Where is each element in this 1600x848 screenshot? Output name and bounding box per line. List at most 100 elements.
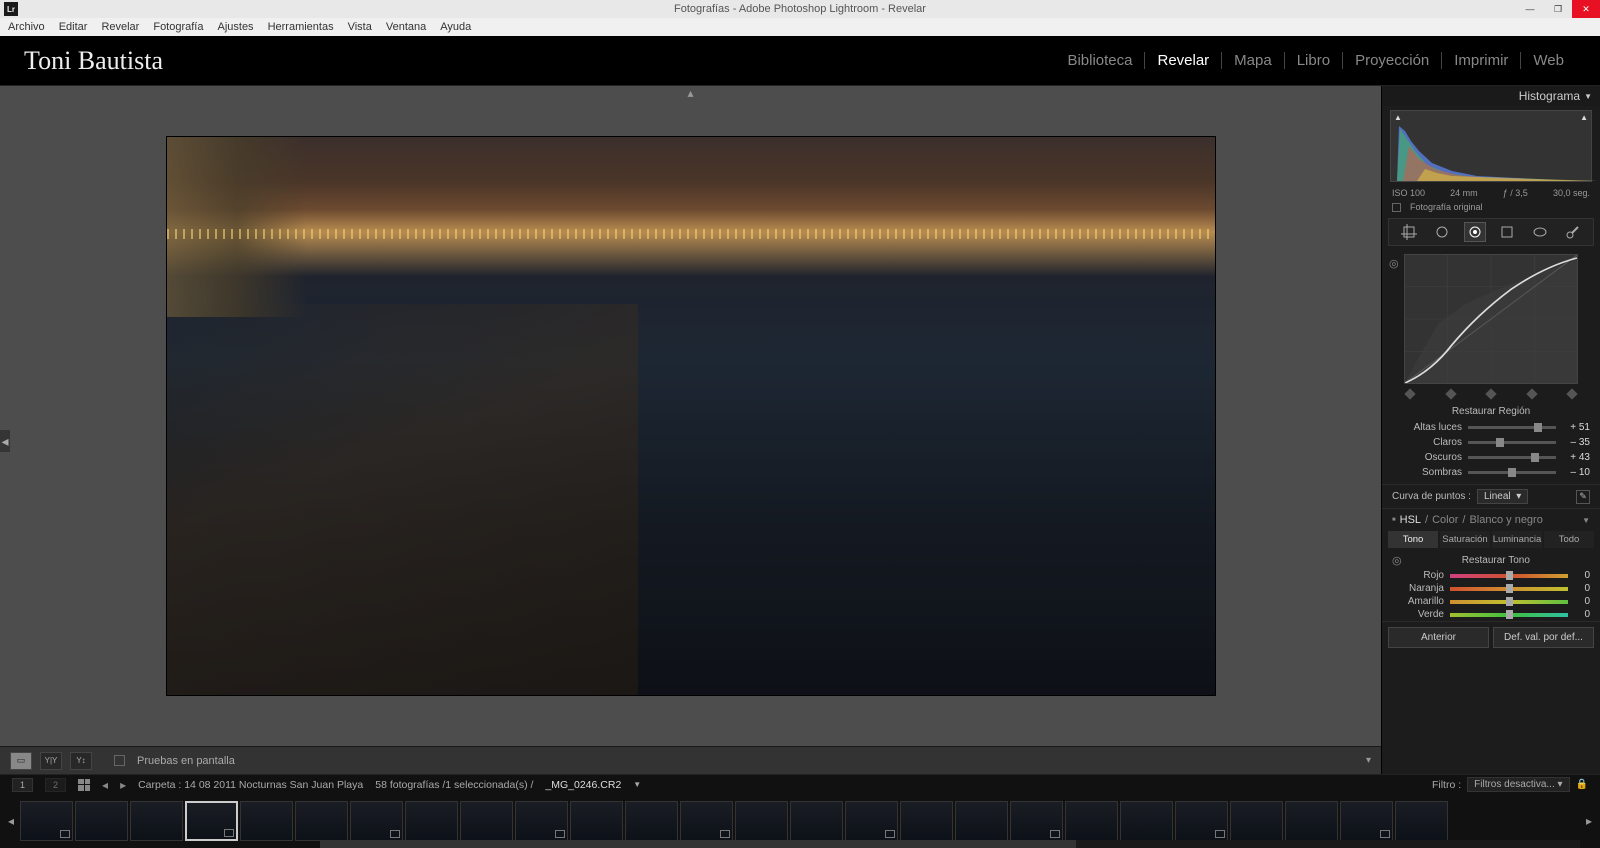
- redeye-tool[interactable]: [1464, 222, 1486, 242]
- point-curve-select[interactable]: Lineal ▾: [1477, 489, 1528, 504]
- tone-slider-oscuros[interactable]: Oscuros+ 43: [1382, 450, 1600, 465]
- window-tab-1[interactable]: 1: [12, 778, 33, 792]
- tone-slider-sombras[interactable]: Sombras– 10: [1382, 465, 1600, 480]
- thumbnail[interactable]: [680, 801, 733, 841]
- module-web[interactable]: Web: [1521, 52, 1576, 69]
- thumbnail[interactable]: [1230, 801, 1283, 841]
- restore-region-label[interactable]: Restaurar Región: [1382, 400, 1600, 420]
- filter-label: Filtro :: [1432, 779, 1461, 791]
- thumbnail[interactable]: [1120, 801, 1173, 841]
- window-tab-2[interactable]: 2: [45, 778, 66, 792]
- module-proyección[interactable]: Proyección: [1343, 52, 1442, 69]
- target-adjust-icon[interactable]: ◎: [1389, 257, 1399, 270]
- brush-tool[interactable]: [1562, 222, 1584, 242]
- prev-photo-icon[interactable]: ◂: [102, 778, 108, 792]
- hsl-panel-header[interactable]: ■ HSL /Color /Blanco y negro ▼: [1382, 508, 1600, 529]
- menu-editar[interactable]: Editar: [59, 21, 88, 33]
- gradient-tool[interactable]: [1496, 222, 1518, 242]
- hsl-tab-saturación[interactable]: Saturación: [1440, 531, 1490, 548]
- thumbnail[interactable]: [570, 801, 623, 841]
- filter-lock-icon[interactable]: 🔒: [1576, 779, 1588, 790]
- thumbnail[interactable]: [1285, 801, 1338, 841]
- restore-tone-label[interactable]: Restaurar Tono: [1402, 555, 1590, 566]
- next-photo-icon[interactable]: ▸: [120, 778, 126, 792]
- menu-vista[interactable]: Vista: [348, 21, 372, 33]
- spot-tool[interactable]: [1431, 222, 1453, 242]
- filename-chevron-icon[interactable]: ▼: [633, 780, 641, 789]
- menu-archivo[interactable]: Archivo: [8, 21, 45, 33]
- panel-toggle-icon[interactable]: ■: [1392, 517, 1396, 523]
- before-after-switch-button[interactable]: Y↕: [70, 752, 92, 770]
- edit-point-curve-icon[interactable]: ✎: [1576, 490, 1590, 504]
- radial-tool[interactable]: [1529, 222, 1551, 242]
- grid-view-icon[interactable]: [78, 779, 90, 791]
- module-mapa[interactable]: Mapa: [1222, 52, 1285, 69]
- before-after-y-button[interactable]: Y|Y: [40, 752, 62, 770]
- hsl-tab-luminancia[interactable]: Luminancia: [1492, 531, 1542, 548]
- main-area: ◂ ▴ ▭ Y|Y Y↕ Pruebas en pantalla ▾: [0, 86, 1382, 774]
- menu-fotografía[interactable]: Fotografía: [153, 21, 203, 33]
- filmstrip-left-icon[interactable]: ◂: [6, 814, 16, 828]
- hsl-slider-naranja[interactable]: Naranja0: [1382, 582, 1600, 595]
- original-photo-row[interactable]: Fotografía original: [1382, 201, 1600, 216]
- module-revelar[interactable]: Revelar: [1145, 52, 1222, 69]
- top-panel-handle[interactable]: ▴: [687, 86, 693, 100]
- crop-tool[interactable]: [1398, 222, 1420, 242]
- thumbnail[interactable]: [1175, 801, 1228, 841]
- reset-defaults-button[interactable]: Def. val. por def...: [1493, 627, 1594, 648]
- menu-ajustes[interactable]: Ajustes: [217, 21, 253, 33]
- thumbnail[interactable]: [185, 801, 238, 841]
- tone-curve[interactable]: ◎: [1404, 254, 1578, 384]
- minimize-button[interactable]: —: [1516, 0, 1544, 18]
- hsl-tab-todo[interactable]: Todo: [1544, 531, 1594, 548]
- menu-ayuda[interactable]: Ayuda: [440, 21, 471, 33]
- thumbnail[interactable]: [900, 801, 953, 841]
- module-libro[interactable]: Libro: [1285, 52, 1343, 69]
- thumbnail[interactable]: [350, 801, 403, 841]
- filmstrip-scrollbar[interactable]: [320, 840, 1580, 848]
- curve-region-handles[interactable]: [1406, 390, 1576, 398]
- histogram-header[interactable]: Histograma▼: [1382, 86, 1600, 106]
- canvas-area: ▴: [0, 86, 1381, 746]
- filmstrip-right-icon[interactable]: ▸: [1584, 814, 1594, 828]
- thumbnail[interactable]: [515, 801, 568, 841]
- thumbnail[interactable]: [295, 801, 348, 841]
- maximize-button[interactable]: ❐: [1544, 0, 1572, 18]
- thumbnail[interactable]: [790, 801, 843, 841]
- hsl-slider-rojo[interactable]: Rojo0: [1382, 569, 1600, 582]
- thumbnail[interactable]: [1395, 801, 1448, 841]
- tone-slider-claros[interactable]: Claros– 35: [1382, 435, 1600, 450]
- loupe-view-button[interactable]: ▭: [10, 752, 32, 770]
- thumbnail[interactable]: [460, 801, 513, 841]
- thumbnail[interactable]: [240, 801, 293, 841]
- module-imprimir[interactable]: Imprimir: [1442, 52, 1521, 69]
- hsl-tab-tono[interactable]: Tono: [1388, 531, 1438, 548]
- soft-proof-checkbox[interactable]: [114, 755, 125, 766]
- menu-herramientas[interactable]: Herramientas: [268, 21, 334, 33]
- photo-preview[interactable]: [166, 136, 1216, 696]
- thumbnail[interactable]: [20, 801, 73, 841]
- close-button[interactable]: ✕: [1572, 0, 1600, 18]
- thumbnail[interactable]: [1340, 801, 1393, 841]
- thumbnail[interactable]: [75, 801, 128, 841]
- filmstrip-thumbs: [20, 801, 1448, 841]
- hsl-slider-amarillo[interactable]: Amarillo0: [1382, 595, 1600, 608]
- thumbnail[interactable]: [405, 801, 458, 841]
- toolbar-collapse-icon[interactable]: ▾: [1366, 755, 1371, 766]
- thumbnail[interactable]: [1065, 801, 1118, 841]
- tone-slider-altas-luces[interactable]: Altas luces+ 51: [1382, 420, 1600, 435]
- menu-revelar[interactable]: Revelar: [101, 21, 139, 33]
- thumbnail[interactable]: [625, 801, 678, 841]
- thumbnail[interactable]: [735, 801, 788, 841]
- module-biblioteca[interactable]: Biblioteca: [1055, 52, 1145, 69]
- thumbnail[interactable]: [955, 801, 1008, 841]
- thumbnail[interactable]: [130, 801, 183, 841]
- histogram[interactable]: ▲ ▲: [1390, 110, 1592, 182]
- filter-select[interactable]: Filtros desactiva... ▾: [1467, 777, 1569, 792]
- menu-ventana[interactable]: Ventana: [386, 21, 426, 33]
- target-adjust-icon[interactable]: ◎: [1392, 554, 1402, 567]
- thumbnail[interactable]: [845, 801, 898, 841]
- previous-button[interactable]: Anterior: [1388, 627, 1489, 648]
- hsl-slider-verde[interactable]: Verde0: [1382, 608, 1600, 621]
- thumbnail[interactable]: [1010, 801, 1063, 841]
